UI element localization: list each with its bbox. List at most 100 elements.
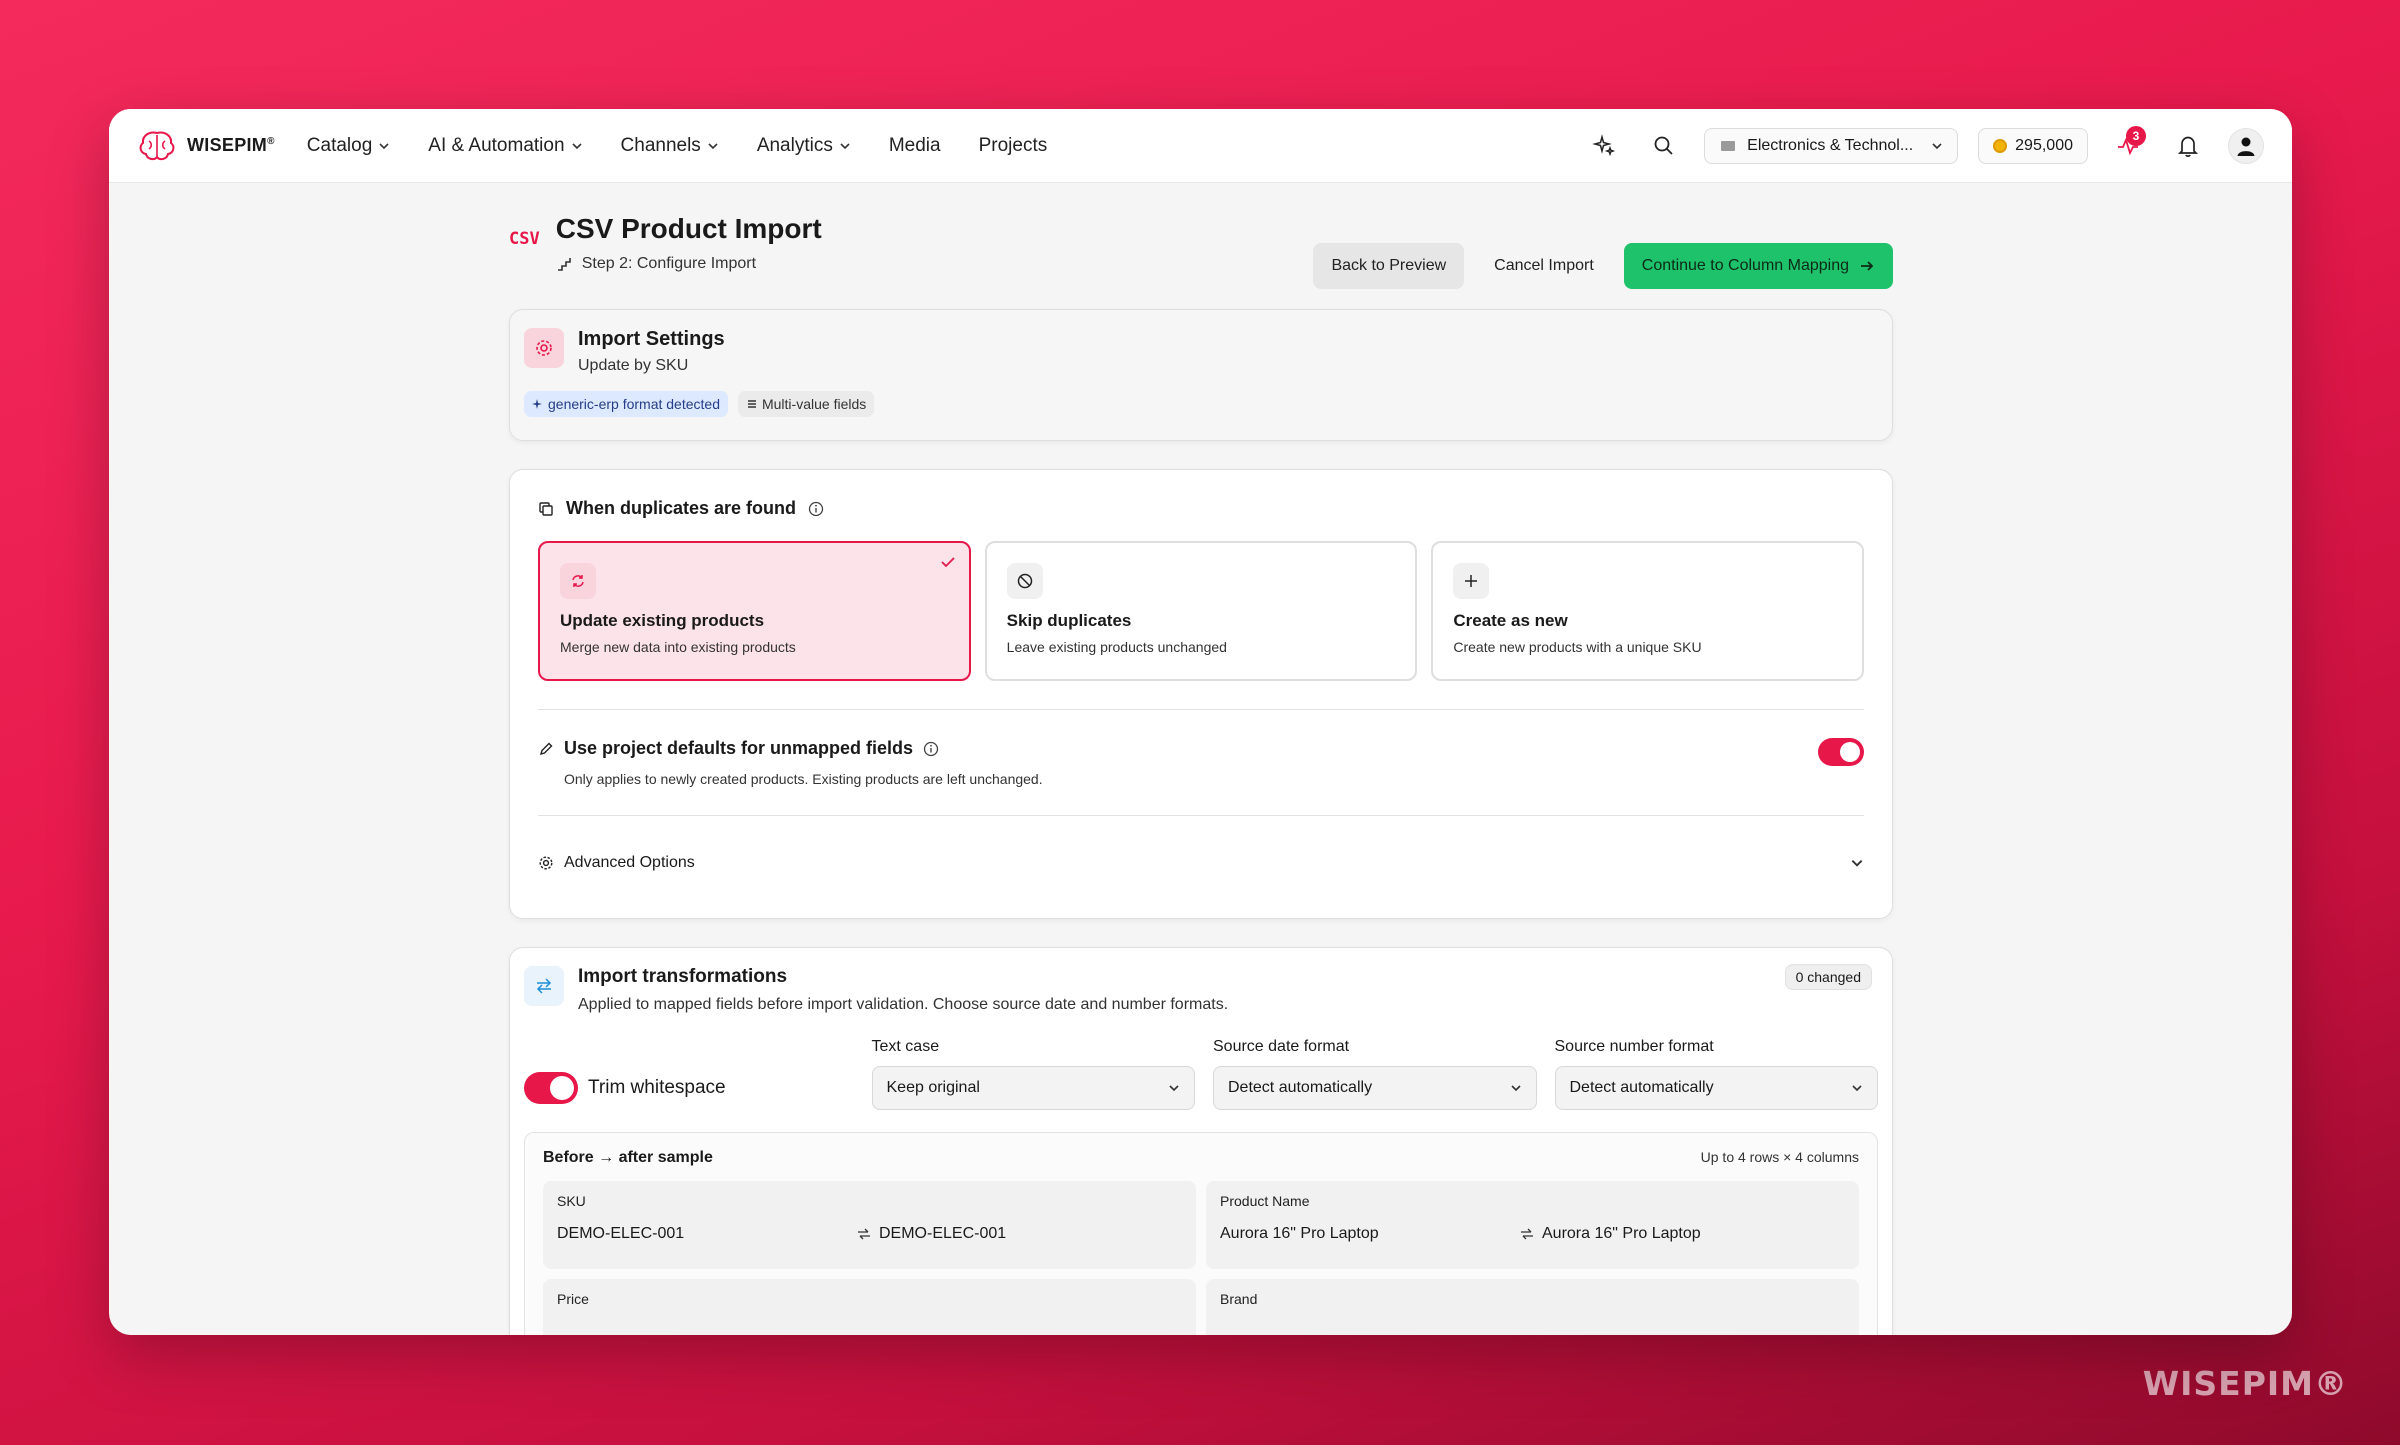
credits-balance[interactable]: 295,000 [1978, 127, 2088, 164]
import-settings-subtitle: Update by SKU [578, 357, 689, 374]
brain-logo-icon [139, 131, 175, 160]
project-defaults-toggle[interactable] [1818, 738, 1864, 766]
continue-button[interactable]: Continue to Column Mapping [1623, 243, 1893, 289]
project-defaults-title: Use project defaults for unmapped fields [564, 738, 914, 758]
arrow-right-icon [1861, 261, 1874, 271]
workspace-select[interactable]: Electronics & Technol... [1704, 127, 1959, 164]
import-settings-title: Import Settings [578, 328, 725, 350]
chevron-down-icon [708, 142, 718, 149]
logo[interactable]: WISEPIM® [137, 129, 275, 163]
app-window: WISEPIM® Catalog AI & Automation Channel… [109, 109, 2292, 1335]
page-title: CSV Product Import [555, 213, 822, 244]
folder-icon [1721, 140, 1736, 151]
option-description: Create new products with a unique SKU [1453, 639, 1702, 655]
credits-value: 295,000 [2015, 136, 2073, 154]
project-defaults-row: Use project defaults for unmapped fields… [538, 738, 1864, 787]
duplicate-options: Update existing products Merge new data … [538, 541, 1865, 681]
before-after-sample: Before → after sample Up to 4 rows × 4 c… [524, 1132, 1878, 1335]
swap-icon [858, 1228, 870, 1240]
option-title: Create as new [1453, 611, 1568, 630]
sample-title: Before → after sample [543, 1149, 713, 1166]
check-icon [941, 557, 955, 568]
plus-icon [1453, 563, 1490, 599]
ai-sparkle-button[interactable] [1584, 126, 1624, 166]
sample-cell-sku: SKU DEMO-ELEC-001 DEMO-ELEC-001 [543, 1181, 1196, 1269]
duplicates-heading: When duplicates are found [538, 498, 1864, 519]
format-detected-chip: generic-erp format detected [524, 391, 728, 417]
nav-ai-automation[interactable]: AI & Automation [428, 135, 582, 157]
sparkle-icon [532, 399, 542, 409]
sample-meta: Up to 4 rows × 4 columns [1700, 1149, 1859, 1165]
project-defaults-description: Only applies to newly created products. … [564, 771, 1043, 787]
step-label: Step 2: Configure Import [581, 255, 757, 272]
brand-name: WISEPIM® [187, 135, 275, 155]
text-case-select[interactable]: Keep original [871, 1066, 1195, 1110]
before-value: Aurora 16" Pro Laptop [1220, 1225, 1379, 1242]
date-format-field: Source date format Detect automatically [1213, 1038, 1537, 1110]
list-icon [747, 400, 756, 408]
info-icon[interactable] [923, 741, 939, 757]
divider [538, 709, 1864, 710]
advanced-options-toggle[interactable]: Advanced Options [538, 854, 1864, 872]
transformations-subtitle: Applied to mapped fields before import v… [578, 996, 1229, 1013]
advanced-options-label: Advanced Options [564, 854, 695, 871]
bell-icon [2177, 136, 2199, 157]
top-navigation: WISEPIM® Catalog AI & Automation Channel… [109, 109, 2292, 183]
nav-channels[interactable]: Channels [621, 135, 719, 157]
sample-cell-price: Price [543, 1279, 1196, 1335]
chevron-down-icon [1852, 1085, 1862, 1092]
sample-cell-product-name: Product Name Aurora 16" Pro Laptop Auror… [1206, 1181, 1859, 1269]
option-description: Leave existing products unchanged [1006, 639, 1227, 655]
after-value: Aurora 16" Pro Laptop [1542, 1225, 1701, 1242]
option-title: Update existing products [560, 611, 765, 630]
date-format-select[interactable]: Detect automatically [1213, 1066, 1537, 1110]
activity-button[interactable]: 3 [2108, 125, 2148, 166]
sample-cell-brand: Brand [1206, 1279, 1859, 1335]
csv-icon: CSV [509, 229, 540, 249]
cancel-import-button[interactable]: Cancel Import [1476, 243, 1612, 289]
search-button[interactable] [1644, 126, 1684, 166]
user-icon [2237, 137, 2255, 156]
nav-analytics[interactable]: Analytics [757, 135, 851, 157]
field-label: Text case [871, 1038, 940, 1055]
before-value: DEMO-ELEC-001 [557, 1225, 685, 1242]
chevron-down-icon [840, 142, 850, 149]
option-update-existing[interactable]: Update existing products Merge new data … [538, 541, 971, 681]
continue-label: Continue to Column Mapping [1641, 257, 1849, 274]
notification-count-badge: 3 [2126, 125, 2146, 146]
nav-projects[interactable]: Projects [979, 135, 1048, 157]
info-icon[interactable] [808, 501, 824, 517]
search-icon [1654, 136, 1673, 155]
step-indicator: Step 2: Configure Import [556, 255, 822, 273]
nav-catalog[interactable]: Catalog [307, 135, 391, 157]
pen-icon [539, 742, 553, 755]
ban-icon [1006, 563, 1043, 599]
nav-right: Electronics & Technol... 295,000 3 [1584, 125, 2264, 166]
field-label: Source number format [1554, 1038, 1714, 1055]
page-header: CSV CSV Product Import Step 2: Configure… [509, 207, 1893, 307]
chevron-down-icon [1510, 1085, 1521, 1092]
chevron-down-icon [1169, 1085, 1179, 1092]
number-format-select[interactable]: Detect automatically [1554, 1066, 1878, 1110]
user-avatar[interactable] [2228, 127, 2264, 164]
nav-media[interactable]: Media [889, 135, 941, 157]
trim-whitespace-toggle[interactable] [524, 1072, 578, 1104]
text-case-field: Text case Keep original [871, 1038, 1195, 1110]
stairs-icon [557, 258, 571, 271]
transformations-card: 0 changed Import transformations Applied… [509, 947, 1893, 1335]
gear-icon [539, 856, 553, 870]
option-create-new[interactable]: Create as new Create new products with a… [1431, 541, 1865, 681]
trim-whitespace-row: Trim whitespace [524, 1066, 854, 1110]
option-skip-duplicates[interactable]: Skip duplicates Leave existing products … [984, 541, 1418, 681]
import-settings-card: Import Settings Update by SKU generic-er… [509, 309, 1893, 441]
notifications-button[interactable] [2168, 126, 2208, 166]
option-description: Merge new data into existing products [560, 639, 796, 655]
transformations-title: Import transformations [578, 966, 788, 987]
back-to-preview-button[interactable]: Back to Preview [1313, 243, 1465, 289]
multi-value-chip: Multi-value fields [737, 391, 875, 417]
divider [538, 815, 1864, 816]
changed-count-badge: 0 changed [1784, 964, 1872, 990]
chevron-down-icon [571, 142, 582, 149]
option-title: Skip duplicates [1006, 611, 1132, 630]
settings-gear-icon [524, 328, 564, 368]
